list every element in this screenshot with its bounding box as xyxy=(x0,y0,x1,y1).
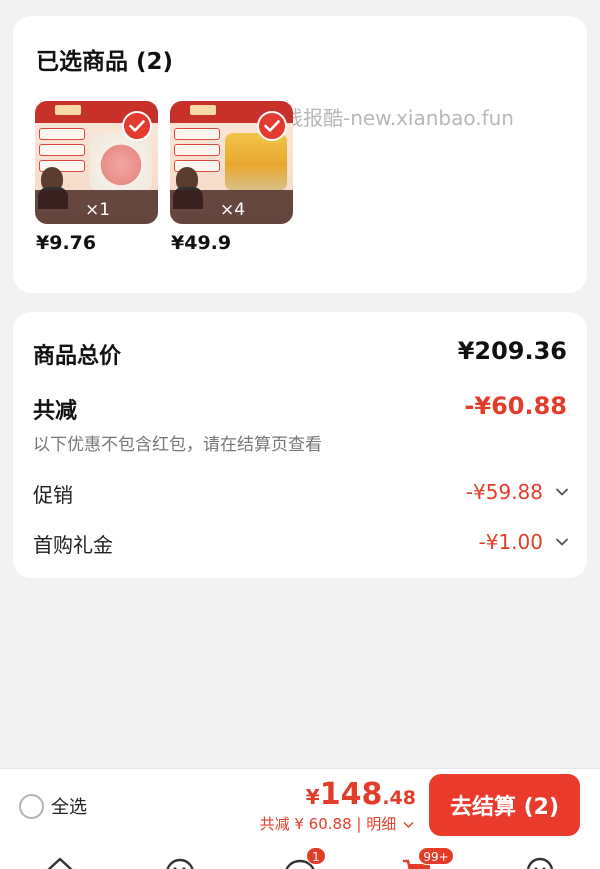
total-value: ¥209.36 xyxy=(457,337,567,365)
selected-products-card: 已选商品 (2) 线报酷-new.xianbao.fun ×1 ¥9.76 ×4 xyxy=(13,16,587,293)
discount-note: 以下优惠不包含红包，请在结算页查看 xyxy=(33,435,322,455)
total-decimal: .48 xyxy=(382,787,416,809)
video-icon[interactable] xyxy=(162,853,198,869)
reduction-value: -¥60.88 xyxy=(464,392,567,420)
watermark: 线报酷-new.xianbao.fun xyxy=(283,106,514,130)
tab-bar: 1 99+ xyxy=(0,847,600,869)
total-payable: ¥148.48 xyxy=(306,777,416,812)
profile-icon[interactable] xyxy=(522,853,558,869)
discount-detail-link[interactable]: 共减 ¥ 60.88 | 明细 xyxy=(260,813,414,834)
checkout-bar: 全选 ¥148.48 共减 ¥ 60.88 | 明细 去结算 (2) 1 99+ xyxy=(0,768,600,869)
home-icon[interactable] xyxy=(42,853,78,869)
product-quantity: ×1 xyxy=(85,200,111,220)
checkout-button[interactable]: 去结算 (2) xyxy=(429,774,580,836)
total-label: 商品总价 xyxy=(33,344,122,369)
chevron-down-icon xyxy=(403,822,414,828)
product-quantity: ×4 xyxy=(220,200,246,220)
selected-products-title: 已选商品 (2) xyxy=(36,49,174,75)
chevron-down-icon[interactable] xyxy=(555,535,569,549)
chevron-down-icon[interactable] xyxy=(555,485,569,499)
price-summary-card: 商品总价 ¥209.36 共减 -¥60.88 以下优惠不包含红包，请在结算页查… xyxy=(13,312,587,578)
promo-label: 促销 xyxy=(33,483,73,507)
product-price-1: ¥9.76 xyxy=(36,232,97,254)
check-icon[interactable] xyxy=(257,111,287,141)
firstbuy-label: 首购礼金 xyxy=(33,533,113,557)
currency-symbol: ¥ xyxy=(305,785,320,809)
promo-value: -¥59.88 xyxy=(465,480,543,504)
select-all-radio[interactable] xyxy=(19,794,44,819)
firstbuy-value: -¥1.00 xyxy=(478,530,543,554)
select-all-label[interactable]: 全选 xyxy=(51,793,87,819)
product-thumbnail-1[interactable]: ×1 xyxy=(35,101,158,224)
product-thumbnail-2[interactable]: ×4 xyxy=(170,101,293,224)
check-icon[interactable] xyxy=(122,111,152,141)
discount-detail-text: 共减 ¥ 60.88 | 明细 xyxy=(259,815,397,833)
total-integer: 148 xyxy=(319,777,383,812)
message-badge: 1 xyxy=(306,847,326,865)
product-price-2: ¥49.9 xyxy=(171,232,232,254)
cart-badge: 99+ xyxy=(418,847,454,865)
reduction-label: 共减 xyxy=(33,399,78,424)
